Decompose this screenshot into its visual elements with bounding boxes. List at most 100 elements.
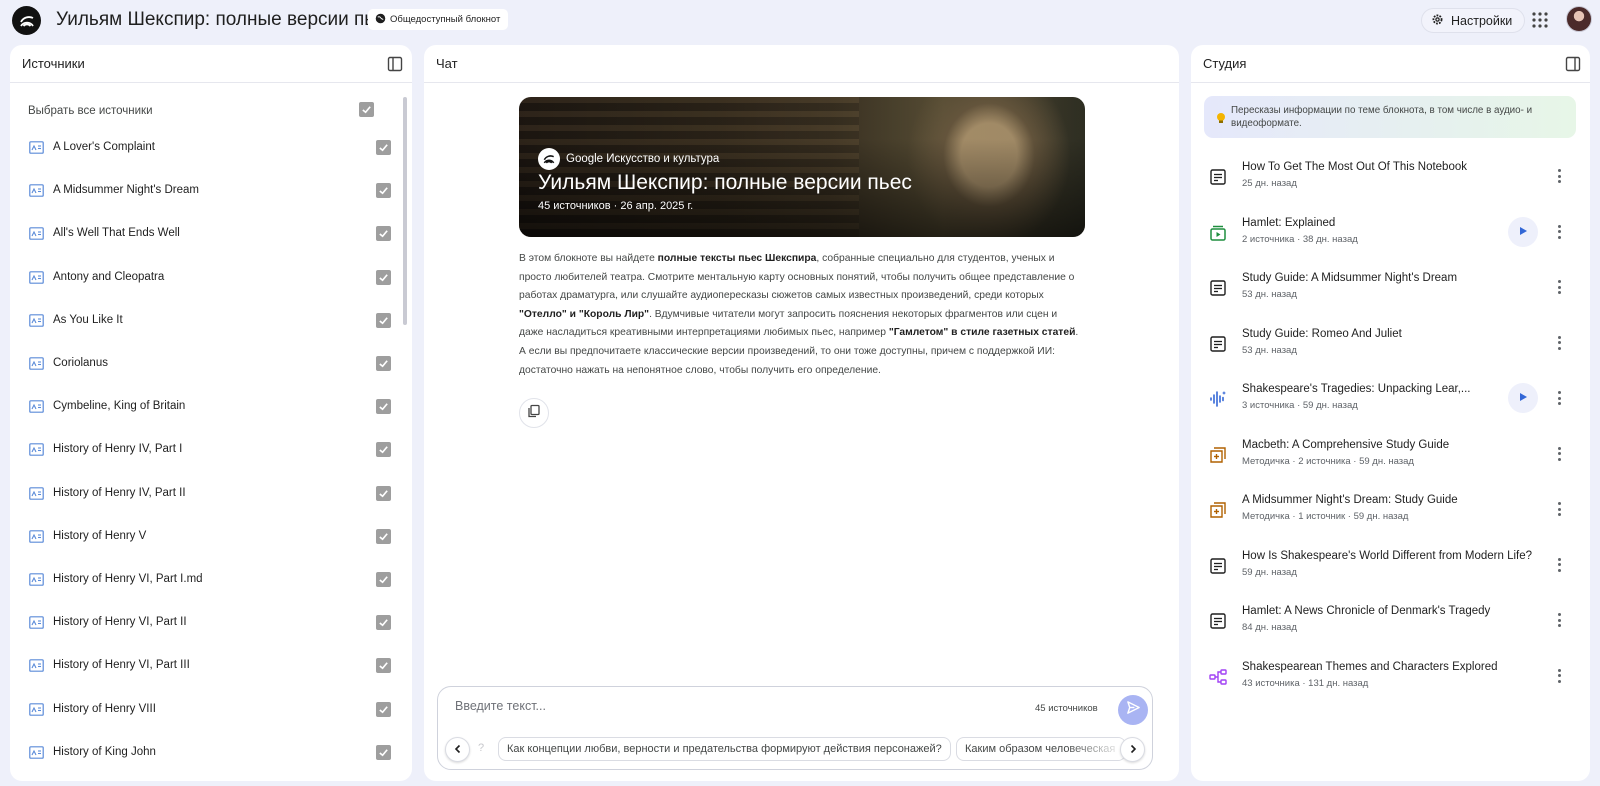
collapse-panel-icon[interactable] xyxy=(1565,56,1581,72)
more-options-icon[interactable] xyxy=(1553,166,1565,186)
suggestions-next-button[interactable] xyxy=(1120,737,1145,762)
source-checkbox[interactable] xyxy=(376,615,391,631)
studio-note-item[interactable]: Macbeth: A Comprehensive Study Guide Мето… xyxy=(1209,437,1579,477)
notebook-title[interactable]: Уильям Шекспир: полные версии пьес xyxy=(56,9,394,31)
public-notebook-badge: Общедоступный блокнот xyxy=(368,9,509,30)
source-item[interactable]: History of Henry IV, Part II xyxy=(28,484,398,504)
note-meta: 2 источника · 38 дн. назад xyxy=(1242,233,1358,245)
note-meta: 84 дн. назад xyxy=(1242,622,1297,633)
document-source-icon xyxy=(29,443,44,457)
studio-info-banner: Пересказы информации по теме блокнота, в… xyxy=(1204,96,1576,138)
source-checkbox[interactable] xyxy=(376,572,391,587)
studio-note-item[interactable]: Shakespearean Themes and Characters Expl… xyxy=(1209,659,1579,699)
copy-button[interactable] xyxy=(519,398,549,428)
document-source-icon xyxy=(29,141,44,154)
studio-note-item[interactable]: How Is Shakespeare's World Different fro… xyxy=(1209,548,1579,588)
suggestion-chip[interactable]: Каким образом человеческая xyxy=(956,737,1126,761)
select-all-label: Выбрать все источники xyxy=(28,105,153,117)
arts-culture-logo-icon xyxy=(538,148,560,170)
source-checkbox[interactable] xyxy=(376,701,391,717)
source-item[interactable]: History of Henry VI, Part I.md xyxy=(28,570,398,590)
source-item[interactable]: A Lover's Complaint xyxy=(28,138,398,158)
chevron-left-icon xyxy=(453,741,463,759)
more-options-icon[interactable] xyxy=(1553,610,1565,630)
more-options-icon[interactable] xyxy=(1553,666,1565,686)
settings-button[interactable]: Настройки xyxy=(1421,8,1526,33)
collapse-panel-icon[interactable] xyxy=(387,56,403,72)
chat-input[interactable] xyxy=(455,699,1015,713)
source-item[interactable]: A Midsummer Night's Dream xyxy=(28,181,398,201)
source-item[interactable]: History of Henry VI, Part III xyxy=(28,656,398,676)
note-icon xyxy=(1209,557,1227,575)
source-checkbox[interactable] xyxy=(376,485,391,501)
source-checkbox[interactable] xyxy=(376,399,391,415)
avatar[interactable] xyxy=(1566,6,1592,32)
sources-scrollbar[interactable] xyxy=(403,97,407,325)
studio-note-item[interactable]: Study Guide: A Midsummer Night's Dream 53… xyxy=(1209,270,1579,310)
note-title: Hamlet: Explained xyxy=(1242,216,1336,229)
more-options-icon[interactable] xyxy=(1553,277,1565,297)
suggestions-prev-button[interactable] xyxy=(445,737,470,762)
play-button[interactable] xyxy=(1508,216,1538,247)
source-item[interactable]: All's Well That Ends Well xyxy=(28,224,398,244)
source-item[interactable]: History of Henry VI, Part II xyxy=(28,613,398,633)
source-checkbox[interactable] xyxy=(376,528,391,544)
studio-note-item[interactable]: Shakespeare's Tragedies: Unpacking Lear,… xyxy=(1209,381,1579,421)
more-options-icon[interactable] xyxy=(1553,444,1565,464)
play-icon xyxy=(1519,223,1528,241)
source-item[interactable]: History of Henry V xyxy=(28,527,398,547)
more-options-icon[interactable] xyxy=(1553,388,1565,408)
source-item-label: A Midsummer Night's Dream xyxy=(53,184,199,197)
suggestion-ghost: ? xyxy=(478,742,485,754)
studio-note-item[interactable]: Study Guide: Romeo And Juliet 53 дн. наза… xyxy=(1209,326,1579,366)
source-checkbox[interactable] xyxy=(376,312,391,328)
more-options-icon[interactable] xyxy=(1553,555,1565,575)
source-checkbox[interactable] xyxy=(376,183,391,199)
source-item[interactable]: Coriolanus xyxy=(28,354,398,374)
studio-note-item[interactable]: Hamlet: A News Chronicle of Denmark's Tr… xyxy=(1209,603,1579,643)
source-item-label: History of Henry IV, Part II xyxy=(53,486,186,499)
source-checkbox[interactable] xyxy=(376,226,391,242)
sources-title: Источники xyxy=(22,56,85,71)
hero-meta: 45 источников · 26 апр. 2025 г. xyxy=(538,200,694,212)
source-item-label: History of Henry IV, Part I xyxy=(53,443,183,456)
send-button[interactable] xyxy=(1118,695,1148,725)
studio-note-item[interactable]: How To Get The Most Out Of This Notebook… xyxy=(1209,159,1579,199)
apps-grid-icon[interactable] xyxy=(1531,11,1549,29)
suggestion-chip[interactable]: Как концепции любви, верности и предател… xyxy=(498,737,951,761)
more-options-icon[interactable] xyxy=(1553,222,1565,242)
source-item[interactable]: Antony and Cleopatra xyxy=(28,268,398,288)
source-item-label: As You Like It xyxy=(53,313,123,326)
source-item[interactable]: As You Like It xyxy=(28,311,398,331)
source-item[interactable]: History of Henry VIII xyxy=(28,700,398,720)
source-checkbox[interactable] xyxy=(376,744,391,760)
source-checkbox[interactable] xyxy=(376,658,391,674)
chat-panel: Чат Google Искусство и культура Уильям Ш… xyxy=(424,45,1179,781)
more-options-icon[interactable] xyxy=(1553,499,1565,519)
source-checkbox[interactable] xyxy=(376,269,391,285)
note-title: How Is Shakespeare's World Different fro… xyxy=(1242,549,1533,562)
source-item[interactable]: History of Henry IV, Part I xyxy=(28,440,398,460)
studio-panel: Студия Пересказы информации по теме блок… xyxy=(1191,45,1590,781)
document-source-icon xyxy=(29,227,44,241)
document-source-icon xyxy=(29,357,44,370)
suggestions-strip: ? Как концепции любви, верности и предат… xyxy=(438,733,1154,765)
notebooklm-logo-icon[interactable] xyxy=(12,6,41,35)
studio-title: Студия xyxy=(1203,56,1247,71)
source-item[interactable]: History of King John xyxy=(28,743,398,763)
more-options-icon[interactable] xyxy=(1553,333,1565,353)
source-checkbox[interactable] xyxy=(376,442,391,458)
studio-note-item[interactable]: Hamlet: Explained 2 источника · 38 дн. на… xyxy=(1209,215,1579,255)
source-checkbox[interactable] xyxy=(376,356,391,371)
note-meta: 53 дн. назад xyxy=(1242,289,1297,300)
source-checkbox[interactable] xyxy=(376,140,391,155)
studio-banner-text: Пересказы информации по теме блокнота, в… xyxy=(1231,105,1533,129)
document-source-icon xyxy=(29,313,44,327)
document-source-icon xyxy=(29,659,44,673)
studio-note-item[interactable]: A Midsummer Night's Dream: Study Guide Ме… xyxy=(1209,492,1579,532)
note-icon xyxy=(1209,168,1227,186)
play-button[interactable] xyxy=(1508,383,1538,413)
study-guide-icon xyxy=(1209,446,1227,464)
select-all-checkbox[interactable] xyxy=(359,102,374,117)
source-item[interactable]: Cymbeline, King of Britain xyxy=(28,397,398,417)
